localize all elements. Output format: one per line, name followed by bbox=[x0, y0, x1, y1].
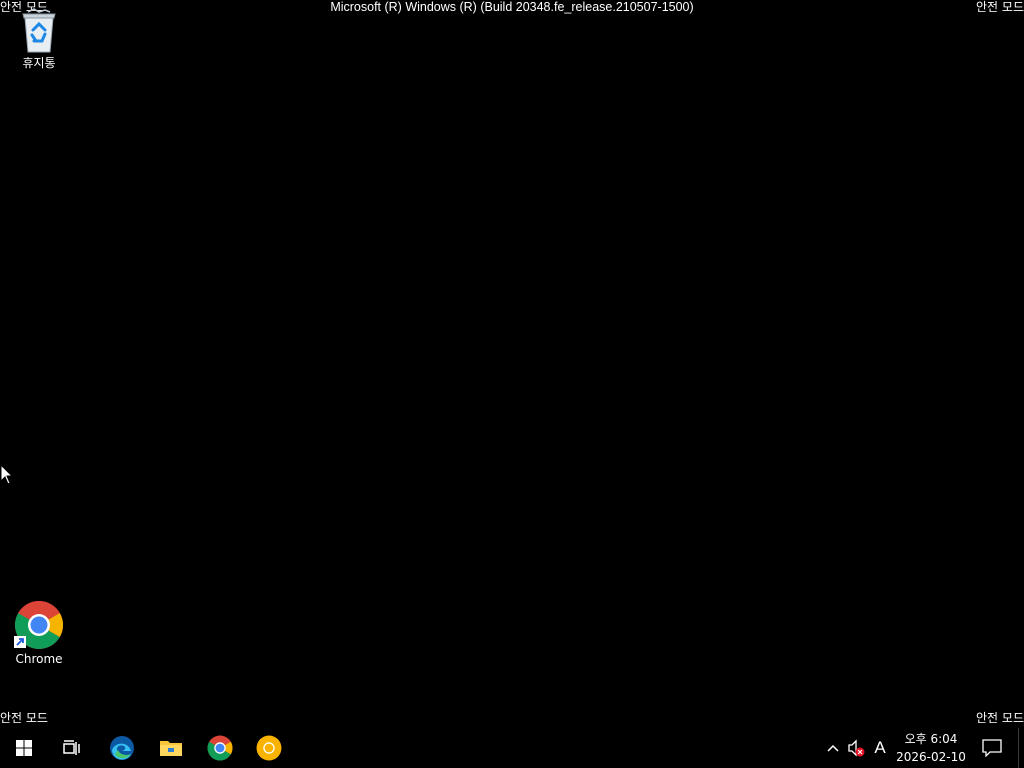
windows-start-icon bbox=[16, 740, 32, 756]
desktop-icon-label: 휴지통 bbox=[22, 56, 56, 70]
taskbar-edge-button[interactable] bbox=[98, 728, 146, 768]
chrome-icon bbox=[14, 600, 64, 650]
chrome-canary-icon bbox=[256, 735, 282, 761]
desktop-icon-label: Chrome bbox=[15, 652, 63, 666]
chevron-up-icon bbox=[827, 744, 839, 752]
input-method-indicator[interactable]: A bbox=[870, 736, 890, 760]
desktop[interactable]: 안전 모드 안전 모드 안전 모드 안전 모드 Microsoft (R) Wi… bbox=[0, 0, 1024, 728]
desktop-icon-recycle-bin[interactable]: 휴지통 bbox=[1, 8, 77, 70]
task-view-button[interactable] bbox=[48, 728, 96, 768]
show-hidden-icons-button[interactable] bbox=[823, 738, 843, 758]
clock-date: 2026-02-10 bbox=[896, 750, 966, 764]
task-view-icon bbox=[63, 740, 80, 755]
taskbar-chrome-button[interactable] bbox=[196, 728, 244, 768]
file-explorer-icon bbox=[160, 741, 182, 756]
volume-button[interactable] bbox=[846, 738, 866, 758]
taskbar-clock[interactable]: 오후 6:04 2026-02-10 bbox=[894, 730, 968, 766]
taskbar: A 오후 6:04 2026-02-10 bbox=[0, 728, 1024, 768]
safe-mode-label-bottom-right: 안전 모드 bbox=[976, 711, 1024, 725]
recycle-bin-icon bbox=[22, 8, 56, 53]
safe-mode-label-bottom-left: 안전 모드 bbox=[0, 711, 48, 725]
speaker-muted-icon bbox=[848, 739, 865, 757]
desktop-icon-chrome[interactable]: Chrome bbox=[1, 600, 77, 666]
chrome-icon bbox=[207, 735, 233, 761]
show-desktop-button[interactable] bbox=[1018, 728, 1024, 768]
taskbar-file-explorer-button[interactable] bbox=[147, 728, 195, 768]
clock-time: 오후 6:04 bbox=[904, 732, 958, 746]
action-center-button[interactable] bbox=[978, 734, 1006, 762]
edge-icon bbox=[110, 736, 134, 760]
mouse-cursor-icon bbox=[1, 465, 13, 485]
start-button[interactable] bbox=[0, 728, 48, 768]
notification-icon bbox=[982, 739, 1002, 757]
windows-build-label: Microsoft (R) Windows (R) (Build 20348.f… bbox=[330, 0, 694, 14]
taskbar-chrome-canary-button[interactable] bbox=[245, 728, 293, 768]
